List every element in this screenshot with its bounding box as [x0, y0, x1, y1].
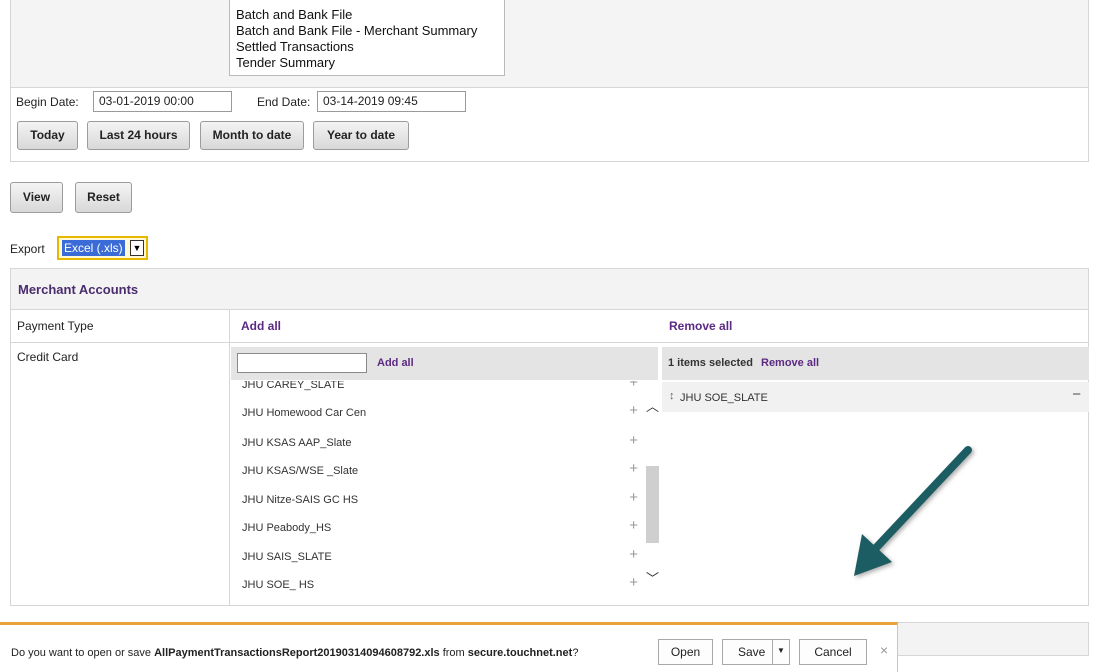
download-filename: AllPaymentTransactionsReport201903140946…: [154, 647, 440, 659]
plus-icon[interactable]: +: [629, 432, 638, 449]
merchant-name: JHU KSAS/WSE _Slate: [242, 465, 359, 477]
report-panel: [10, 0, 1089, 88]
plus-icon[interactable]: +: [629, 381, 638, 391]
view-button[interactable]: View: [10, 182, 63, 213]
list-item[interactable]: JHU Homewood Car Cen +: [231, 400, 643, 428]
scrollbar-thumb[interactable]: [646, 466, 659, 543]
merchant-name: JHU CAREY_SLATE: [242, 381, 345, 391]
download-message: Do you want to open or save AllPaymentTr…: [11, 647, 578, 659]
available-scrollbar[interactable]: ︿ ﹀: [646, 399, 659, 590]
export-label: Export: [10, 242, 45, 256]
save-button[interactable]: Save ▼: [722, 639, 790, 665]
chevron-down-icon[interactable]: ▼: [772, 639, 789, 665]
report-item[interactable]: Settled Transactions: [236, 39, 504, 55]
selected-list-item[interactable]: ↕ JHU SOE_SLATE −: [662, 382, 1089, 412]
save-button-label: Save: [738, 645, 766, 659]
report-list[interactable]: Batch and Bank File Batch and Bank File …: [229, 0, 505, 76]
merchant-name: JHU SOE_SLATE: [680, 392, 768, 404]
chevron-down-icon[interactable]: ▼: [130, 240, 144, 256]
merchant-name: JHU KSAS AAP_Slate: [242, 437, 352, 449]
report-item[interactable]: Batch and Bank File - Merchant Summary: [236, 23, 504, 39]
merchant-name: JHU SAIS_SLATE: [242, 551, 332, 563]
plus-icon[interactable]: +: [629, 460, 638, 477]
available-add-all-link[interactable]: Add all: [377, 357, 414, 369]
list-item[interactable]: JHU SOE_ HS +: [231, 572, 643, 600]
list-item[interactable]: JHU Nitze-SAIS GC HS +: [231, 487, 643, 515]
remove-all-link[interactable]: Remove all: [669, 319, 732, 333]
last-24-hours-button[interactable]: Last 24 hours: [87, 121, 190, 150]
merchant-name: JHU SOE_ HS: [242, 579, 315, 591]
plus-icon[interactable]: +: [629, 402, 638, 419]
merchant-name: JHU Peabody_HS: [242, 522, 332, 534]
drag-handle-icon[interactable]: ↕: [669, 390, 675, 402]
selected-count: 1 items selected: [668, 357, 753, 369]
chevron-up-icon[interactable]: ︿: [646, 396, 659, 415]
export-format-select[interactable]: Excel (.xls) ▼: [57, 236, 148, 260]
list-item[interactable]: JHU SAIS_SLATE +: [231, 544, 643, 572]
plus-icon[interactable]: +: [629, 546, 638, 563]
chevron-down-icon[interactable]: ﹀: [646, 568, 659, 587]
year-to-date-button[interactable]: Year to date: [313, 121, 409, 150]
background-panel: [898, 622, 1089, 656]
report-item[interactable]: Tender Summary: [236, 55, 504, 71]
end-date-input[interactable]: 03-14-2019 09:45: [317, 91, 466, 112]
plus-icon[interactable]: +: [629, 574, 638, 591]
grid-divider: [229, 310, 230, 606]
add-all-link[interactable]: Add all: [241, 319, 281, 333]
merchant-search-input[interactable]: [237, 353, 367, 373]
list-item[interactable]: JHU KSAS/WSE _Slate +: [231, 458, 643, 486]
reset-button[interactable]: Reset: [75, 182, 132, 213]
download-message-middle: from: [439, 647, 468, 659]
report-item[interactable]: Batch and Bank File: [236, 7, 504, 23]
begin-date-label: Begin Date:: [16, 95, 79, 109]
grid-header-row: [11, 310, 1088, 343]
annotation-arrow-icon: [854, 446, 972, 576]
payment-type-header: Payment Type: [17, 319, 94, 333]
export-format-value: Excel (.xls): [62, 240, 125, 256]
merchant-name: JHU Nitze-SAIS GC HS: [242, 494, 359, 506]
end-date-label: End Date:: [257, 95, 311, 109]
list-item[interactable]: JHU KSAS AAP_Slate +: [231, 430, 643, 458]
minus-icon[interactable]: −: [1072, 386, 1081, 403]
close-icon[interactable]: ×: [880, 642, 888, 658]
download-message-prefix: Do you want to open or save: [11, 647, 155, 659]
download-site: secure.touchnet.net: [467, 647, 573, 659]
merchant-name: JHU Homewood Car Cen: [242, 407, 367, 419]
download-message-suffix: ?: [572, 647, 579, 659]
merchant-accounts-header: Merchant Accounts: [10, 268, 1089, 310]
month-to-date-button[interactable]: Month to date: [200, 121, 304, 150]
open-button[interactable]: Open: [658, 639, 713, 665]
today-button[interactable]: Today: [17, 121, 78, 150]
begin-date-input[interactable]: 03-01-2019 00:00: [93, 91, 232, 112]
merchant-accounts-title: Merchant Accounts: [18, 282, 139, 297]
download-notification-bar: Do you want to open or save AllPaymentTr…: [0, 622, 898, 672]
plus-icon[interactable]: +: [629, 517, 638, 534]
credit-card-label: Credit Card: [17, 350, 79, 364]
list-item[interactable]: JHU Peabody_HS +: [231, 515, 643, 543]
cancel-button[interactable]: Cancel: [799, 639, 867, 665]
selected-remove-all-link[interactable]: Remove all: [761, 357, 819, 369]
available-list[interactable]: JHU CAREY_SLATE + JHU Homewood Car Cen +…: [231, 381, 658, 603]
plus-icon[interactable]: +: [629, 489, 638, 506]
list-item[interactable]: JHU CAREY_SLATE +: [231, 381, 643, 400]
date-panel: Begin Date: 03-01-2019 00:00 End Date: 0…: [10, 88, 1089, 162]
